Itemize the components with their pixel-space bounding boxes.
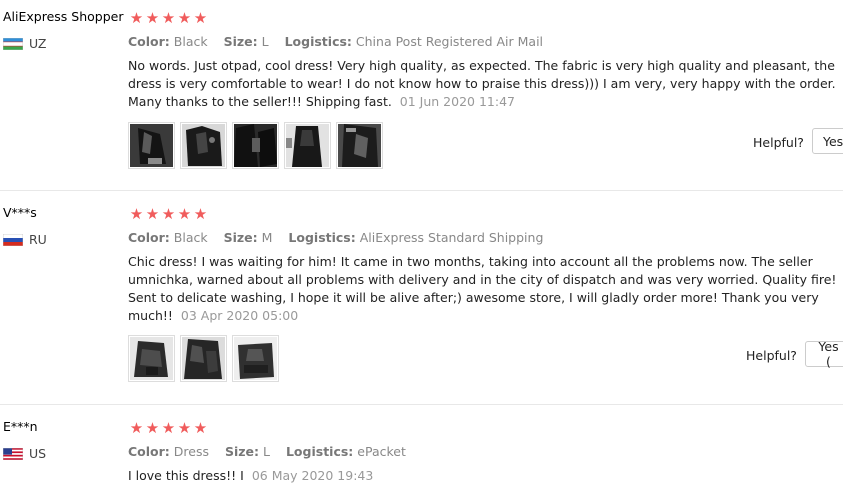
logistics-label: Logistics:	[285, 444, 354, 459]
review-body: I love this dress!! I	[128, 468, 244, 483]
review-photo[interactable]	[180, 122, 227, 169]
star-rating: ★ ★ ★ ★ ★	[129, 421, 208, 436]
color-label: Color:	[128, 444, 170, 459]
logistics-value: AliExpress Standard Shipping	[359, 230, 544, 245]
star-icon: ★	[145, 205, 160, 223]
helpful-yes-button[interactable]: Yes	[812, 128, 843, 154]
review-photos	[128, 335, 279, 382]
review-photo[interactable]	[336, 122, 383, 169]
helpful-label: Helpful?	[746, 348, 797, 363]
review-text: I love this dress!! I 06 May 2020 19:43	[128, 467, 843, 485]
review-date: 01 Jun 2020 11:47	[399, 94, 515, 109]
star-icon: ★	[193, 419, 208, 437]
size-label: Size:	[223, 230, 258, 245]
star-icon: ★	[177, 205, 192, 223]
ru-flag-icon	[3, 233, 23, 246]
reviewer-country: RU	[3, 232, 47, 247]
star-icon: ★	[177, 419, 192, 437]
review-item: V***s RU ★ ★ ★ ★ ★ Color: Black Size: M …	[0, 190, 843, 405]
star-rating: ★ ★ ★ ★ ★	[129, 11, 208, 26]
size-label: Size:	[224, 444, 260, 459]
star-icon: ★	[161, 205, 176, 223]
review-item: E***n US ★ ★ ★ ★ ★ Color: Dress Size: L …	[0, 404, 843, 494]
reviewer-name: AliExpress Shopper	[3, 9, 124, 24]
star-icon: ★	[129, 419, 144, 437]
logistics-label: Logistics:	[284, 34, 352, 49]
review-photos	[128, 122, 383, 169]
logistics-value: China Post Registered Air Mail	[355, 34, 544, 49]
uz-flag-icon	[3, 37, 23, 50]
size-value: M	[261, 230, 273, 245]
reviewer-name: E***n	[3, 419, 38, 434]
star-icon: ★	[145, 419, 160, 437]
star-icon: ★	[145, 9, 160, 27]
star-icon: ★	[177, 9, 192, 27]
logistics-label: Logistics:	[288, 230, 356, 245]
review-photo[interactable]	[180, 335, 227, 382]
star-icon: ★	[193, 205, 208, 223]
review-date: 03 Apr 2020 05:00	[180, 308, 299, 323]
country-code: RU	[29, 232, 47, 247]
star-icon: ★	[193, 9, 208, 27]
reviewer-country: UZ	[3, 36, 47, 51]
country-code: UZ	[29, 36, 47, 51]
review-text: No words. Just otpad, cool dress! Very h…	[128, 57, 843, 111]
reviewer-name: V***s	[3, 205, 37, 220]
helpful-yes-button[interactable]: Yes (	[805, 339, 843, 369]
star-icon: ★	[161, 9, 176, 27]
order-attributes: Color: Dress Size: L Logistics: ePacket	[128, 444, 418, 459]
star-icon: ★	[129, 205, 144, 223]
reviewer-country: US	[3, 446, 46, 461]
review-item: AliExpress Shopper UZ ★ ★ ★ ★ ★ Color: B…	[0, 0, 843, 191]
color-label: Color:	[128, 230, 170, 245]
size-value: L	[261, 34, 269, 49]
star-rating: ★ ★ ★ ★ ★	[129, 207, 208, 222]
color-value: Black	[173, 230, 208, 245]
star-icon: ★	[161, 419, 176, 437]
color-value: Dress	[173, 444, 209, 459]
review-photo[interactable]	[128, 335, 175, 382]
helpful-label: Helpful?	[753, 135, 804, 150]
color-label: Color:	[128, 34, 170, 49]
review-photo[interactable]	[232, 335, 279, 382]
us-flag-icon	[3, 447, 23, 460]
review-text: Chic dress! I was waiting for him! It ca…	[128, 253, 843, 325]
color-value: Black	[173, 34, 208, 49]
review-photo[interactable]	[232, 122, 279, 169]
star-icon: ★	[129, 9, 144, 27]
country-code: US	[29, 446, 47, 461]
order-attributes: Color: Black Size: M Logistics: AliExpre…	[128, 230, 555, 245]
logistics-value: ePacket	[357, 444, 406, 459]
review-photo[interactable]	[284, 122, 331, 169]
review-photo[interactable]	[128, 122, 175, 169]
size-value: L	[263, 444, 270, 459]
order-attributes: Color: Black Size: L Logistics: China Po…	[128, 34, 555, 49]
size-label: Size:	[223, 34, 258, 49]
review-date: 06 May 2020 19:43	[251, 468, 374, 483]
